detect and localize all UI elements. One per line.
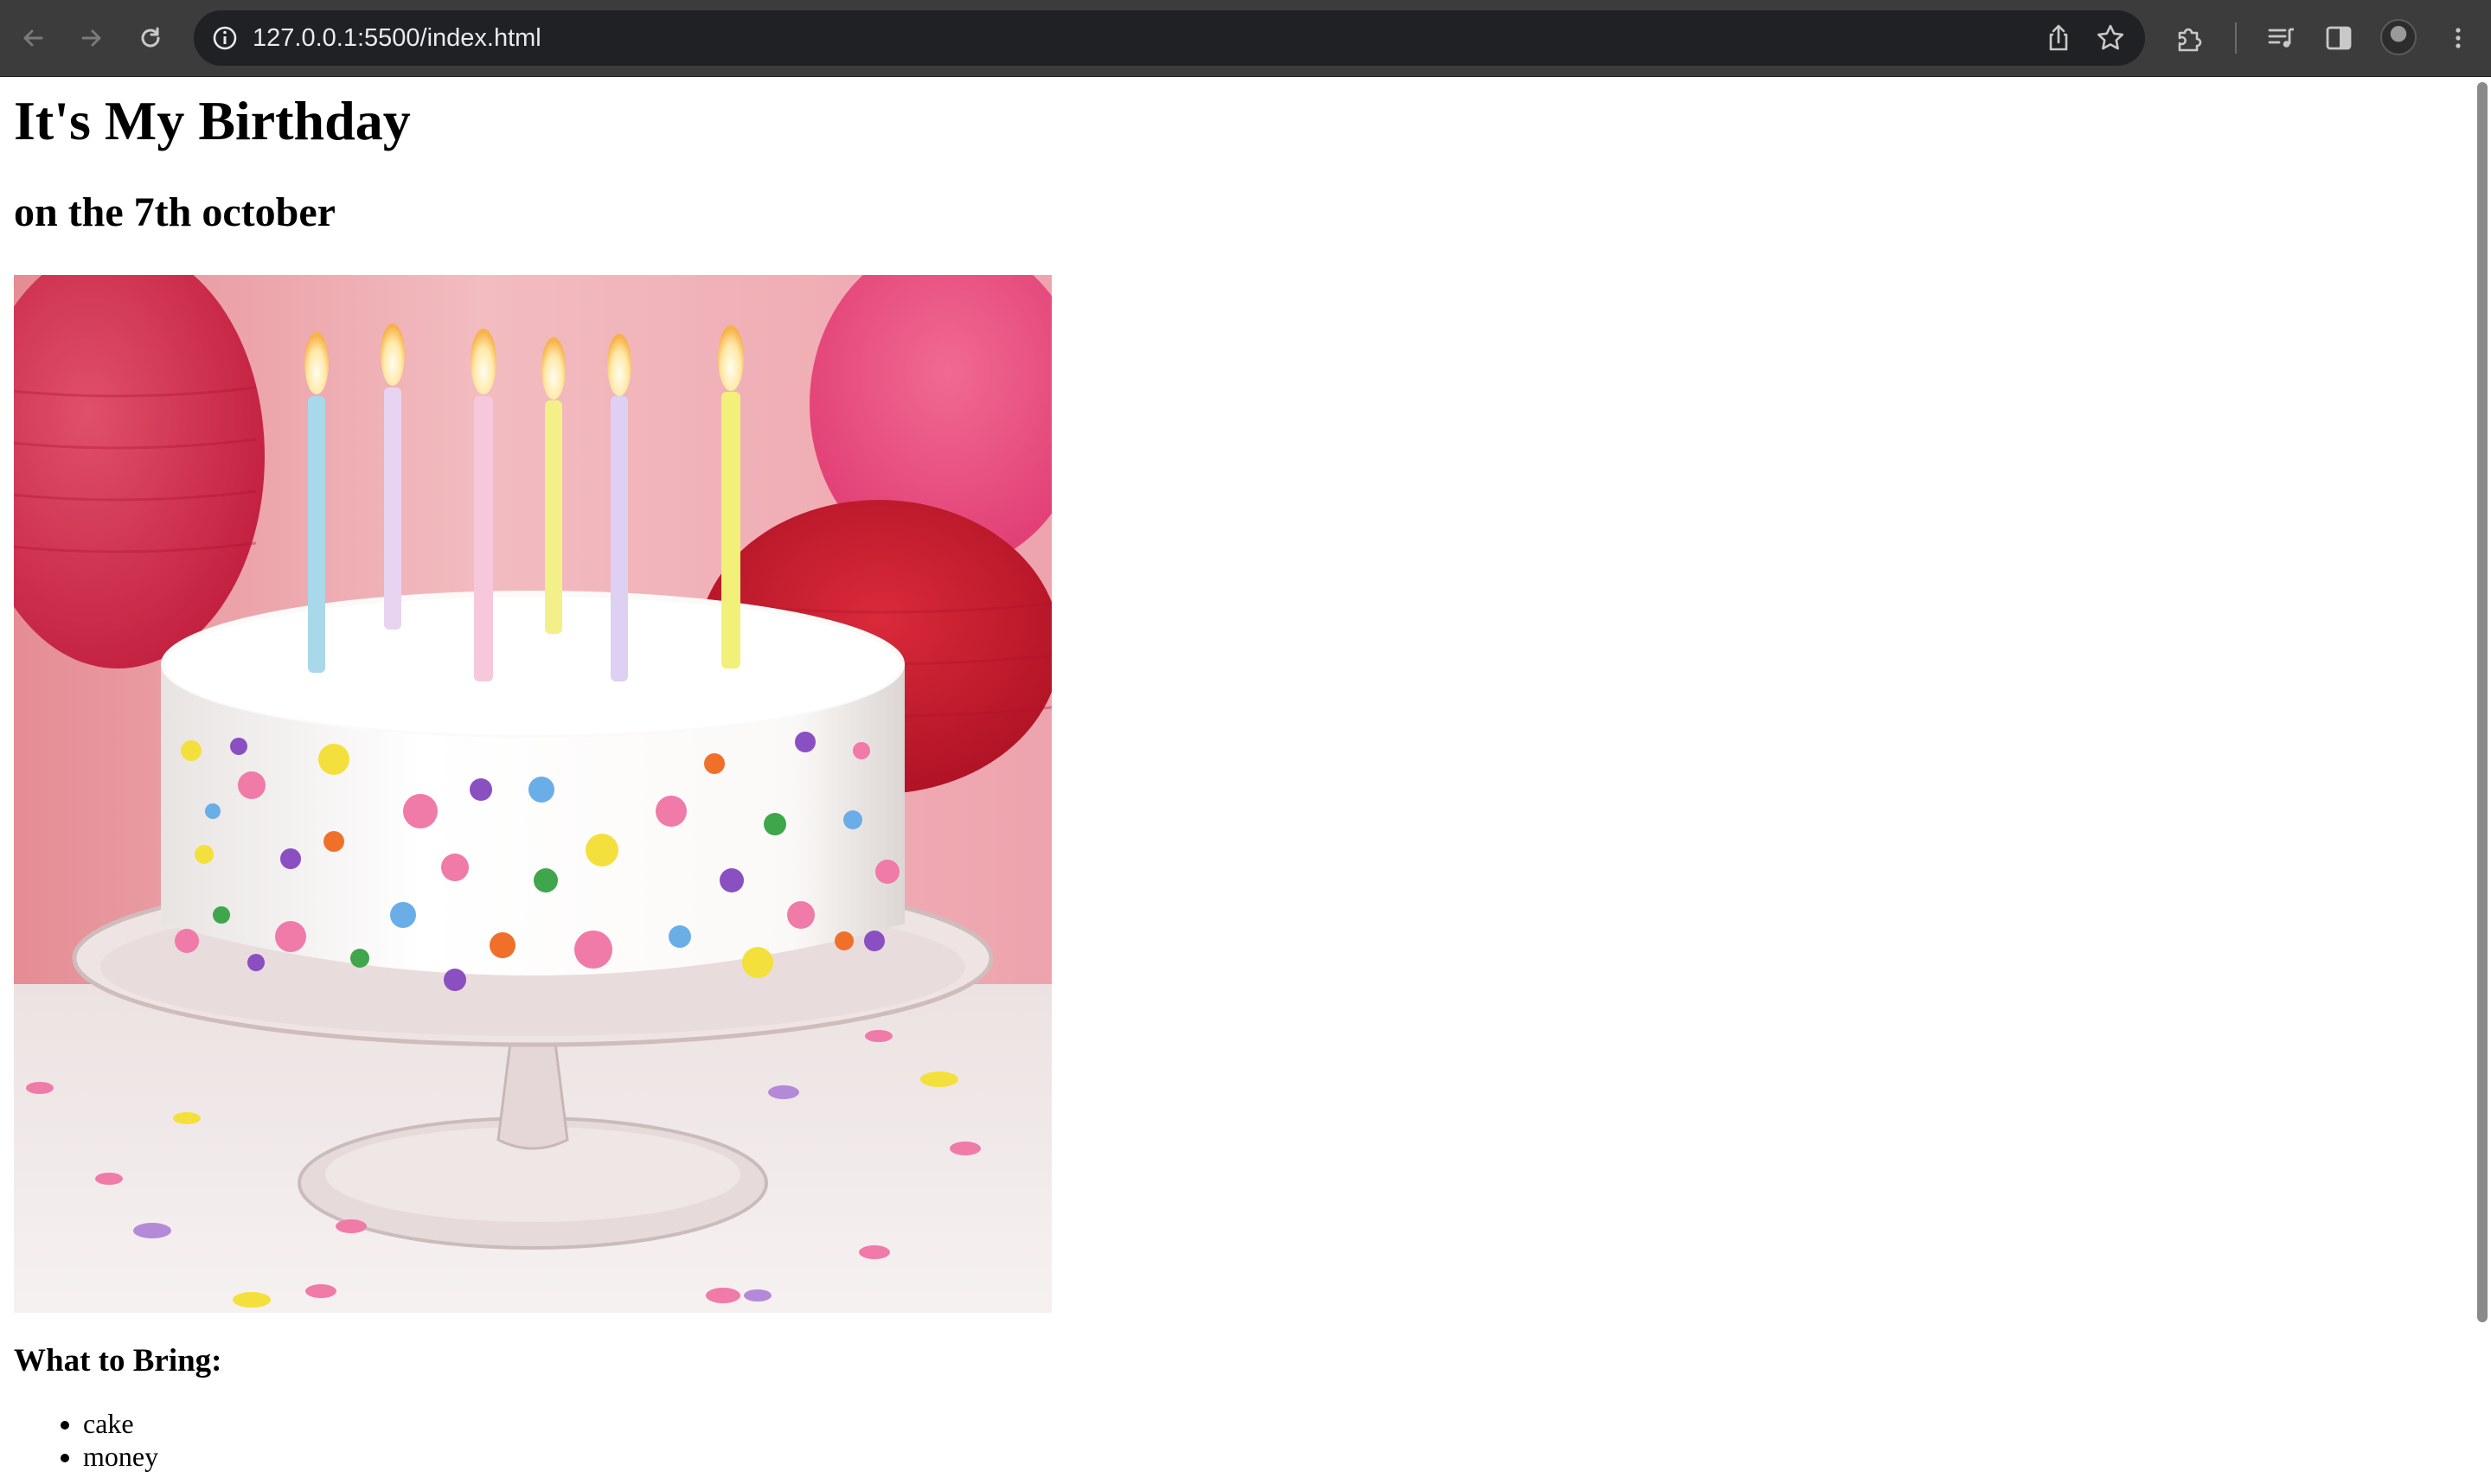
list-item: money bbox=[83, 1440, 158, 1473]
bring-list: cake money bbox=[14, 1407, 158, 1473]
address-bar[interactable]: 127.0.0.1:5500/index.html bbox=[194, 10, 2145, 66]
extensions-puzzle-icon[interactable] bbox=[2171, 19, 2209, 57]
page-content: It's My Birthday on the 7th october What… bbox=[0, 77, 2472, 1484]
kebab-menu-icon[interactable] bbox=[2439, 19, 2477, 57]
page-subtitle: on the 7th october bbox=[14, 189, 336, 235]
browser-toolbar: 127.0.0.1:5500/index.html bbox=[0, 0, 2491, 77]
media-controls-icon[interactable] bbox=[2263, 19, 2301, 57]
list-item: cake bbox=[83, 1407, 158, 1440]
site-info-icon[interactable] bbox=[211, 24, 239, 52]
forward-arrow-icon[interactable] bbox=[73, 19, 111, 57]
what-to-bring-heading: What to Bring: bbox=[14, 1343, 222, 1378]
share-icon[interactable] bbox=[2043, 22, 2074, 54]
toolbar-divider bbox=[2235, 22, 2237, 54]
birthday-cake-image bbox=[14, 275, 1052, 1313]
profile-avatar[interactable] bbox=[2380, 19, 2417, 55]
vertical-scrollbar[interactable] bbox=[2472, 77, 2491, 1484]
back-arrow-icon[interactable] bbox=[14, 19, 52, 57]
side-panel-icon[interactable] bbox=[2320, 19, 2358, 57]
bookmark-star-icon[interactable] bbox=[2095, 22, 2126, 54]
url-text[interactable]: 127.0.0.1:5500/index.html bbox=[253, 10, 541, 66]
scrollbar-thumb[interactable] bbox=[2477, 82, 2488, 1322]
page-title: It's My Birthday bbox=[14, 90, 411, 151]
reload-icon[interactable] bbox=[131, 19, 170, 57]
